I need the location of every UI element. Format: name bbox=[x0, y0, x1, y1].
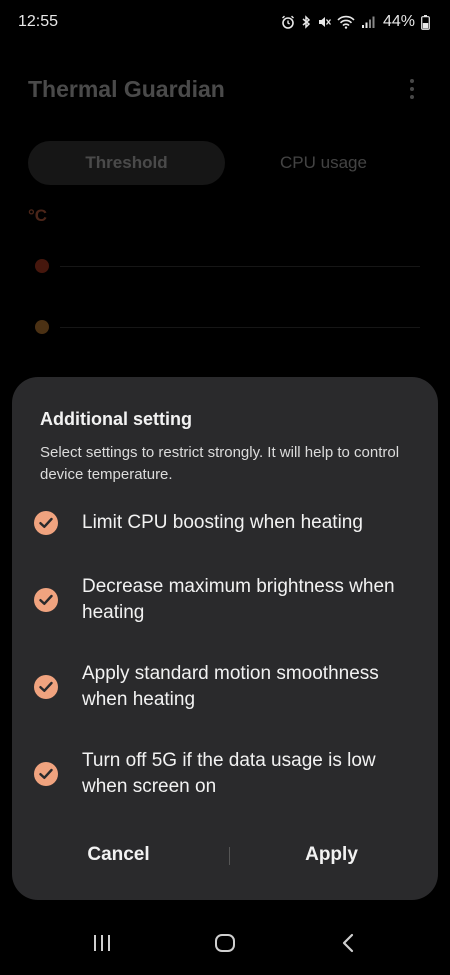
tab-bar: Threshold CPU usage bbox=[28, 141, 422, 185]
option-standard-motion-smoothness[interactable]: Apply standard motion smoothness when he… bbox=[34, 661, 424, 713]
checkbox-checked-icon[interactable] bbox=[34, 762, 58, 786]
checkbox-checked-icon[interactable] bbox=[34, 675, 58, 699]
temperature-unit-label: °C bbox=[28, 206, 48, 225]
threshold-line bbox=[60, 327, 420, 328]
navigation-bar bbox=[0, 915, 450, 975]
recent-apps-button[interactable] bbox=[72, 920, 132, 970]
app-title: Thermal Guardian bbox=[28, 76, 225, 102]
status-bar: 12:55 44% bbox=[0, 0, 450, 44]
dialog-button-row: Cancel Apply bbox=[12, 835, 438, 875]
back-icon bbox=[341, 933, 355, 958]
status-time: 12:55 bbox=[18, 13, 59, 30]
home-button[interactable] bbox=[195, 920, 255, 970]
option-label: Turn off 5G if the data usage is low whe… bbox=[82, 750, 376, 797]
button-divider bbox=[229, 847, 230, 865]
battery-percent: 44% bbox=[382, 13, 415, 30]
bluetooth-icon bbox=[301, 15, 311, 29]
option-turn-off-5g[interactable]: Turn off 5G if the data usage is low whe… bbox=[34, 748, 424, 800]
home-icon bbox=[214, 933, 236, 958]
checkbox-checked-icon[interactable] bbox=[34, 511, 58, 535]
wifi-icon bbox=[337, 15, 355, 29]
threshold-line bbox=[60, 266, 420, 267]
additional-setting-dialog: Additional setting Select settings to re… bbox=[12, 377, 438, 900]
tab-cpu-usage[interactable]: CPU usage bbox=[225, 141, 422, 185]
apply-button[interactable]: Apply bbox=[225, 835, 438, 875]
dialog-description: Select settings to restrict strongly. It… bbox=[40, 444, 400, 483]
checkbox-checked-icon[interactable] bbox=[34, 588, 58, 612]
tab-threshold[interactable]: Threshold bbox=[28, 141, 225, 185]
hot-level-icon bbox=[35, 259, 49, 273]
battery-icon bbox=[421, 14, 430, 30]
option-label: Decrease maximum brightness when heating bbox=[82, 576, 395, 623]
cancel-button[interactable]: Cancel bbox=[12, 835, 225, 875]
back-button[interactable] bbox=[318, 920, 378, 970]
option-label: Limit CPU boosting when heating bbox=[82, 512, 363, 533]
mute-icon bbox=[317, 15, 331, 29]
dialog-title: Additional setting bbox=[40, 409, 192, 429]
option-decrease-brightness[interactable]: Decrease maximum brightness when heating bbox=[34, 574, 424, 626]
option-limit-cpu-boosting[interactable]: Limit CPU boosting when heating bbox=[34, 510, 424, 536]
signal-icon bbox=[361, 15, 375, 29]
warm-level-icon bbox=[35, 320, 49, 334]
alarm-icon bbox=[281, 15, 295, 29]
status-icons: 44% bbox=[281, 13, 430, 31]
recent-apps-icon bbox=[92, 934, 112, 957]
option-label: Apply standard motion smoothness when he… bbox=[82, 663, 379, 710]
more-options-icon[interactable] bbox=[404, 78, 420, 100]
